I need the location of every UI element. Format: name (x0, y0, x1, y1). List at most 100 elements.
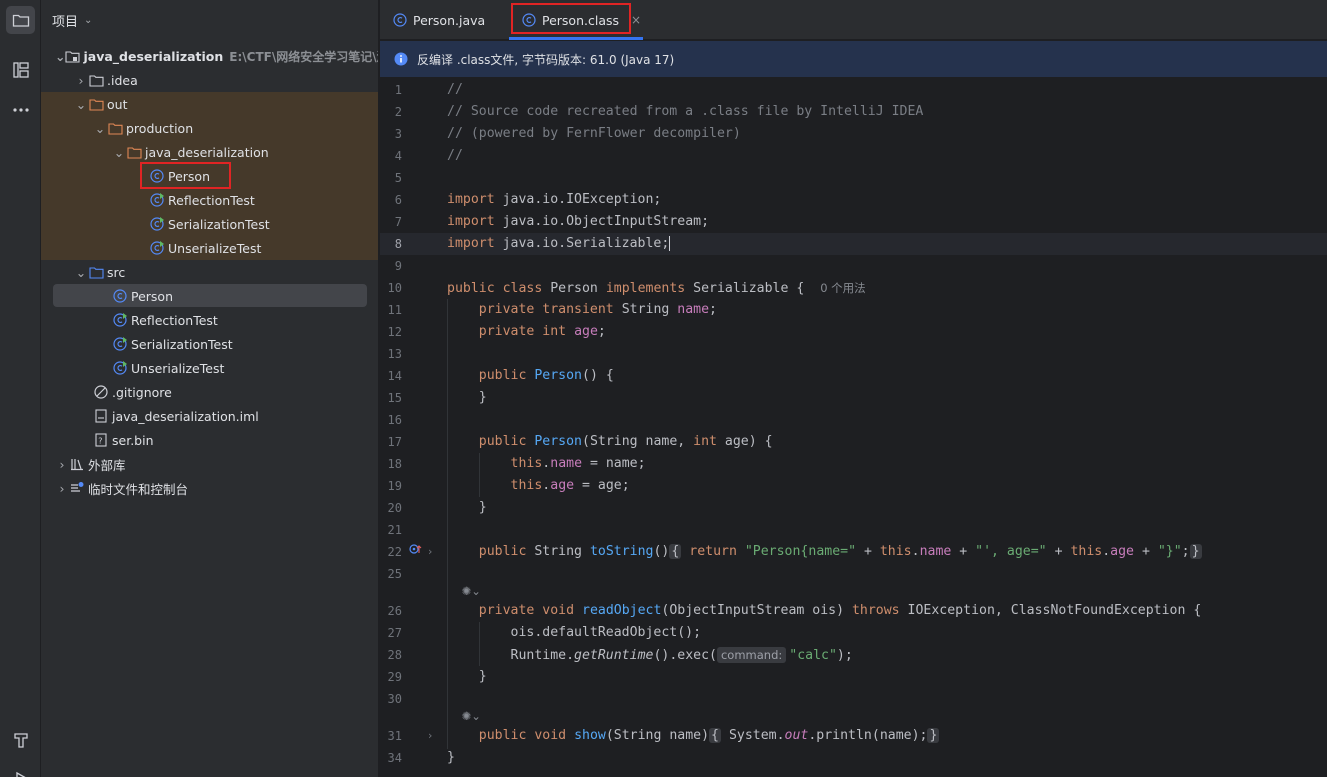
code-line: import java.io.IOException; (447, 192, 662, 207)
editor-tab-bar: Person.java Person.class × (380, 0, 1327, 40)
line-number: 21 (387, 523, 402, 537)
code-line: public String toString(){ return "Person… (478, 544, 1202, 559)
code-line: } (447, 669, 487, 684)
project-tool-button[interactable] (6, 6, 35, 34)
line-number: 25 (387, 567, 402, 581)
run-icon (15, 771, 26, 777)
line-number: 30 (387, 692, 402, 706)
overrides-method-icon[interactable] (409, 541, 423, 563)
code-line: private int age; (478, 324, 606, 339)
line-number: 26 (387, 604, 402, 618)
tree-item-out-java-deserialization[interactable]: ⌄ java_deserialization (41, 140, 378, 164)
code-line: } (447, 750, 455, 765)
structure-tool-button[interactable] (6, 56, 35, 84)
line-number: 20 (387, 501, 402, 515)
class-icon (112, 288, 128, 304)
more-tools-button[interactable] (6, 96, 35, 124)
chevron-down-icon[interactable]: ⌄ (74, 265, 88, 280)
code-line: // (powered by FernFlower decompiler) (447, 126, 741, 141)
code-line: this.name = name; (510, 456, 646, 471)
chevron-right-icon[interactable]: › (55, 481, 69, 496)
line-number: 7 (394, 215, 402, 229)
tree-item-production[interactable]: ⌄ production (41, 116, 378, 140)
tree-item-external-libraries[interactable]: › 外部库 (41, 452, 378, 476)
line-number: 10 (387, 281, 402, 295)
tree-item-label: ReflectionTest (131, 312, 218, 328)
chevron-down-icon: ⌄ (84, 14, 93, 26)
chevron-down-icon[interactable]: ⌄ (93, 121, 107, 136)
iml-file-icon (93, 408, 109, 424)
runnable-class-icon (149, 192, 165, 208)
decompiled-info-banner: 反编译 .class文件, 字节码版本: 61.0 (Java 17) (380, 41, 1327, 78)
tree-item-iml[interactable]: java_deserialization.iml (41, 404, 378, 428)
ignore-file-icon (93, 384, 109, 400)
code-editor[interactable] (440, 78, 1327, 777)
chevron-down-icon[interactable]: ⌄ (74, 97, 88, 112)
folder-icon-orange (88, 96, 104, 112)
fold-icon[interactable]: › (428, 725, 432, 747)
tree-item-label: ReflectionTest (168, 192, 255, 208)
tree-item-label: Person (131, 288, 174, 304)
highlight-box (140, 162, 231, 189)
chevron-right-icon[interactable]: › (55, 457, 69, 472)
tree-item-src-person[interactable]: Person (41, 284, 378, 308)
code-line: this.age = age; (510, 478, 630, 493)
source-folder-icon (88, 264, 104, 280)
tree-item-src-unserializetest[interactable]: UnserializeTest (41, 356, 378, 380)
close-icon[interactable]: × (631, 13, 641, 27)
tree-item-label: src (107, 264, 126, 280)
tree-item-label: java_deserialization (83, 48, 224, 64)
chevron-down-icon[interactable]: ⌄ (55, 49, 65, 64)
parameter-hint: command: (716, 647, 787, 663)
build-tool-button[interactable] (6, 726, 35, 754)
line-number: 28 (387, 648, 402, 662)
tree-item-idea[interactable]: › .idea (41, 68, 378, 92)
fold-icon[interactable]: › (428, 541, 432, 563)
module-folder-icon (65, 48, 81, 64)
folder-icon-orange (126, 144, 142, 160)
project-path: E:\CTF\网络安全学习笔记\漏洞 (229, 49, 378, 64)
code-line: import java.io.Serializable; (447, 236, 671, 251)
code-line: } (447, 390, 487, 405)
highlight-box (511, 3, 631, 34)
usage-hint[interactable]: 0 个用法 (820, 281, 865, 295)
line-number: 14 (387, 369, 402, 383)
line-number: 11 (387, 303, 402, 317)
tree-item-out-unserializetest[interactable]: UnserializeTest (41, 236, 378, 260)
tree-item-out-reflectiontest[interactable]: ReflectionTest (41, 188, 378, 212)
run-tool-button[interactable] (6, 764, 35, 777)
tree-item-label: ser.bin (112, 432, 154, 448)
line-number: 31 (387, 729, 402, 743)
tree-item-src[interactable]: ⌄ src (41, 260, 378, 284)
tree-item-project-root[interactable]: ⌄ java_deserialization E:\CTF\网络安全学习笔记\漏… (41, 44, 378, 68)
tree-item-label: java_deserialization.iml (112, 408, 259, 424)
tree-item-out[interactable]: ⌄ out (41, 92, 378, 116)
tree-item-scratches[interactable]: › 临时文件和控制台 (41, 476, 378, 500)
tree-item-src-serializationtest[interactable]: SerializationTest (41, 332, 378, 356)
unknown-file-icon: ? (93, 432, 109, 448)
info-icon (394, 52, 408, 66)
tab-person-java[interactable]: Person.java (393, 0, 485, 40)
code-line: // (447, 82, 463, 97)
line-number: 19 (387, 479, 402, 493)
line-number: 4 (394, 149, 402, 163)
chevron-right-icon[interactable]: › (74, 73, 88, 88)
tree-item-label: SerializationTest (168, 216, 270, 232)
tree-item-src-reflectiontest[interactable]: ReflectionTest (41, 308, 378, 332)
code-line: private void readObject(ObjectInputStrea… (478, 603, 1202, 618)
svg-text:?: ? (98, 437, 102, 446)
tree-item-serbin[interactable]: ? ser.bin (41, 428, 378, 452)
tree-item-label: out (107, 96, 128, 112)
runnable-class-icon (112, 336, 128, 352)
chevron-down-icon[interactable]: ⌄ (112, 145, 126, 160)
runnable-class-icon (149, 240, 165, 256)
tree-item-gitignore[interactable]: .gitignore (41, 380, 378, 404)
tree-item-out-serializationtest[interactable]: SerializationTest (41, 212, 378, 236)
project-view-selector[interactable]: 项目 ⌄ (52, 10, 92, 30)
line-number: 18 (387, 457, 402, 471)
line-number: 3 (394, 127, 402, 141)
code-line: Runtime.getRuntime().exec(command: "calc"… (447, 647, 853, 663)
line-number: 12 (387, 325, 402, 339)
code-line: public class Person implements Serializa… (447, 281, 866, 296)
hammer-icon (13, 733, 28, 748)
